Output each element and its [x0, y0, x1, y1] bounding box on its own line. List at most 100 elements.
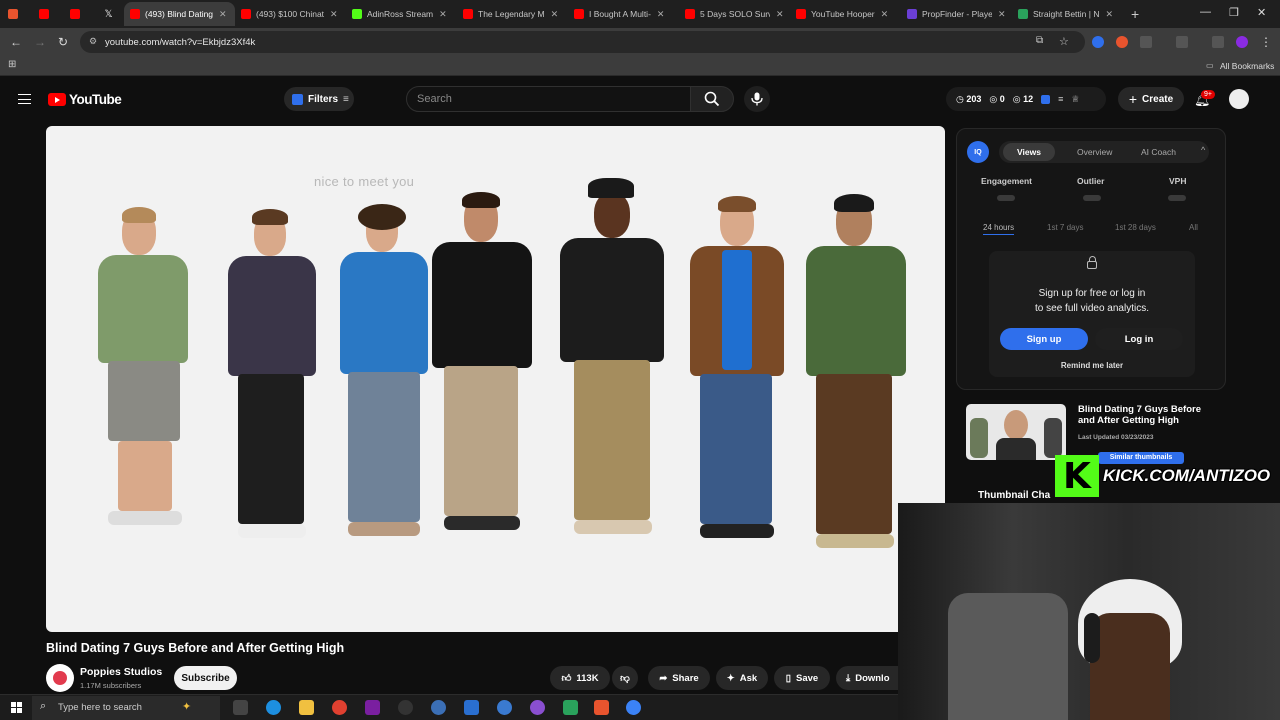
- app-icon[interactable]: [398, 700, 413, 715]
- browser-tab[interactable]: 5 Days SOLO Surv ✕: [679, 2, 790, 26]
- minimize-icon[interactable]: —: [1200, 6, 1211, 18]
- url-text: youtube.com/watch?v=Ekbjdz3Xf4k: [105, 37, 256, 48]
- vidiq-stats-bar[interactable]: ◷ 203 ◎ 0 ◎ 12 ≡ ♕: [946, 87, 1106, 111]
- close-tab-icon[interactable]: ✕: [330, 9, 338, 20]
- tab-ai-coach[interactable]: AI Coach: [1141, 147, 1176, 157]
- share-button[interactable]: ➦ Share: [648, 666, 710, 690]
- app-icon[interactable]: [365, 700, 380, 715]
- browser-tab[interactable]: (493) $100 Chinat ✕: [235, 2, 346, 26]
- chrome-icon[interactable]: [332, 700, 347, 715]
- app-icon[interactable]: [497, 700, 512, 715]
- windows-start-icon[interactable]: [11, 702, 22, 713]
- vidiq-extension-icon[interactable]: [1092, 36, 1104, 48]
- video-figure: [428, 192, 536, 556]
- app-icon[interactable]: [563, 700, 578, 715]
- close-tab-icon[interactable]: ✕: [439, 9, 447, 20]
- metric-outlier: Outlier: [1077, 176, 1105, 186]
- close-tab-icon[interactable]: ✕: [219, 9, 227, 20]
- tab-views[interactable]: Views: [1003, 143, 1055, 161]
- tab-label: PropFinder - Playe: [922, 9, 992, 19]
- log-in-button[interactable]: Log in: [1095, 328, 1183, 350]
- filters-button[interactable]: Filters ≡: [284, 87, 354, 111]
- tab-overview[interactable]: Overview: [1077, 147, 1112, 157]
- reload-icon[interactable]: ↻: [58, 35, 68, 49]
- youtube-logo[interactable]: YouTube: [48, 92, 122, 107]
- site-info-icon[interactable]: ⚙: [89, 36, 97, 47]
- range-28-days[interactable]: 1st 28 days: [1115, 223, 1156, 232]
- discord-icon[interactable]: [530, 700, 545, 715]
- browser-tab[interactable]: AdinRoss Stream ✕: [346, 2, 457, 26]
- browser-tab[interactable]: [62, 2, 93, 26]
- suggested-video-thumbnail[interactable]: [966, 404, 1066, 460]
- browser-tab[interactable]: YouTube Hooper ✕: [790, 2, 901, 26]
- stat-b: ◎ 0: [989, 93, 1005, 104]
- ask-button[interactable]: ✦ Ask: [716, 666, 768, 690]
- forward-icon[interactable]: →: [34, 35, 46, 49]
- browser-tab[interactable]: Straight Bettin | N ✕: [1012, 2, 1123, 26]
- side-panel-icon[interactable]: [1176, 36, 1188, 48]
- address-bar[interactable]: ⚙ youtube.com/watch?v=Ekbjdz3Xf4k ⧉ ☆: [80, 31, 1085, 53]
- search-input[interactable]: Search: [406, 86, 691, 112]
- browser-tab-active[interactable]: (493) Blind Dating ✕: [124, 2, 235, 26]
- browser-tab[interactable]: I Bought A Multi- ✕: [568, 2, 679, 26]
- extensions-puzzle-icon[interactable]: [1140, 36, 1152, 48]
- apps-grid-icon[interactable]: ⊞: [8, 59, 16, 70]
- range-7-days[interactable]: 1st 7 days: [1047, 223, 1083, 232]
- save-button[interactable]: ▯ Save: [774, 666, 830, 690]
- trophy-icon: ♕: [1071, 93, 1080, 104]
- all-bookmarks-link[interactable]: All Bookmarks: [1220, 61, 1274, 71]
- sign-up-button[interactable]: Sign up: [1000, 328, 1088, 350]
- browser-tab[interactable]: [0, 2, 31, 26]
- bookmark-star-icon[interactable]: ☆: [1059, 35, 1069, 48]
- app-icon[interactable]: [594, 700, 609, 715]
- browser-tab[interactable]: PropFinder - Playe ✕: [901, 2, 1012, 26]
- create-button[interactable]: + Create: [1118, 87, 1184, 111]
- extension-icon[interactable]: [1116, 36, 1128, 48]
- restore-icon[interactable]: ❐: [1229, 6, 1239, 19]
- video-player[interactable]: nice to meet you: [46, 126, 945, 632]
- task-view-icon[interactable]: [233, 700, 248, 715]
- subscribe-button[interactable]: Subscribe: [174, 666, 237, 690]
- close-tab-icon[interactable]: ✕: [551, 9, 559, 20]
- hamburger-menu-icon[interactable]: [18, 94, 31, 104]
- app-icon[interactable]: [626, 700, 641, 715]
- subscriber-count: 1.17M subscribers: [80, 681, 142, 690]
- suggested-video-title[interactable]: Blind Dating 7 Guys Before and After Get…: [1078, 404, 1218, 426]
- close-window-icon[interactable]: ✕: [1257, 6, 1266, 19]
- taskbar-search-input[interactable]: ⌕ Type here to search ✦: [32, 696, 220, 720]
- channel-name[interactable]: Poppies Studios: [80, 666, 162, 678]
- remind-me-later-link[interactable]: Remind me later: [989, 361, 1195, 370]
- account-avatar[interactable]: [1229, 89, 1249, 109]
- range-24-hours[interactable]: 24 hours: [983, 223, 1015, 235]
- channel-avatar[interactable]: [46, 664, 74, 692]
- close-tab-icon[interactable]: ✕: [657, 9, 665, 20]
- back-icon[interactable]: ←: [10, 35, 22, 49]
- browser-tab[interactable]: The Legendary M ✕: [457, 2, 568, 26]
- install-app-icon[interactable]: ⧉: [1036, 35, 1043, 46]
- profile-avatar-icon[interactable]: [1236, 36, 1248, 48]
- like-button[interactable]: 👍︎ 113K: [550, 666, 610, 690]
- dislike-button[interactable]: 👎︎: [612, 666, 638, 690]
- voice-search-button[interactable]: [744, 86, 770, 112]
- like-count: 113K: [576, 672, 599, 684]
- share-label: Share: [672, 672, 699, 684]
- edge-browser-icon[interactable]: [266, 700, 281, 715]
- vidiq-logo-icon[interactable]: IQ: [967, 141, 989, 163]
- media-controls-icon[interactable]: [1212, 36, 1224, 48]
- close-tab-icon[interactable]: ✕: [1105, 9, 1113, 20]
- download-button[interactable]: ⤓ Downlo: [836, 666, 898, 690]
- browser-tab[interactable]: 𝕏: [93, 2, 124, 26]
- close-tab-icon[interactable]: ✕: [881, 9, 889, 20]
- menu-kebab-icon[interactable]: ⋮: [1260, 35, 1272, 49]
- app-icon[interactable]: [464, 700, 479, 715]
- file-explorer-icon[interactable]: [299, 700, 314, 715]
- range-all[interactable]: All: [1189, 223, 1198, 232]
- app-icon[interactable]: [431, 700, 446, 715]
- collapse-chevron-icon[interactable]: ^: [1201, 145, 1205, 155]
- taskbar-search-text: Type here to search: [58, 702, 142, 713]
- close-tab-icon[interactable]: ✕: [998, 9, 1006, 20]
- close-tab-icon[interactable]: ✕: [776, 9, 784, 20]
- search-button[interactable]: [690, 86, 734, 112]
- browser-tab[interactable]: [31, 2, 62, 26]
- new-tab-button[interactable]: +: [1131, 6, 1139, 22]
